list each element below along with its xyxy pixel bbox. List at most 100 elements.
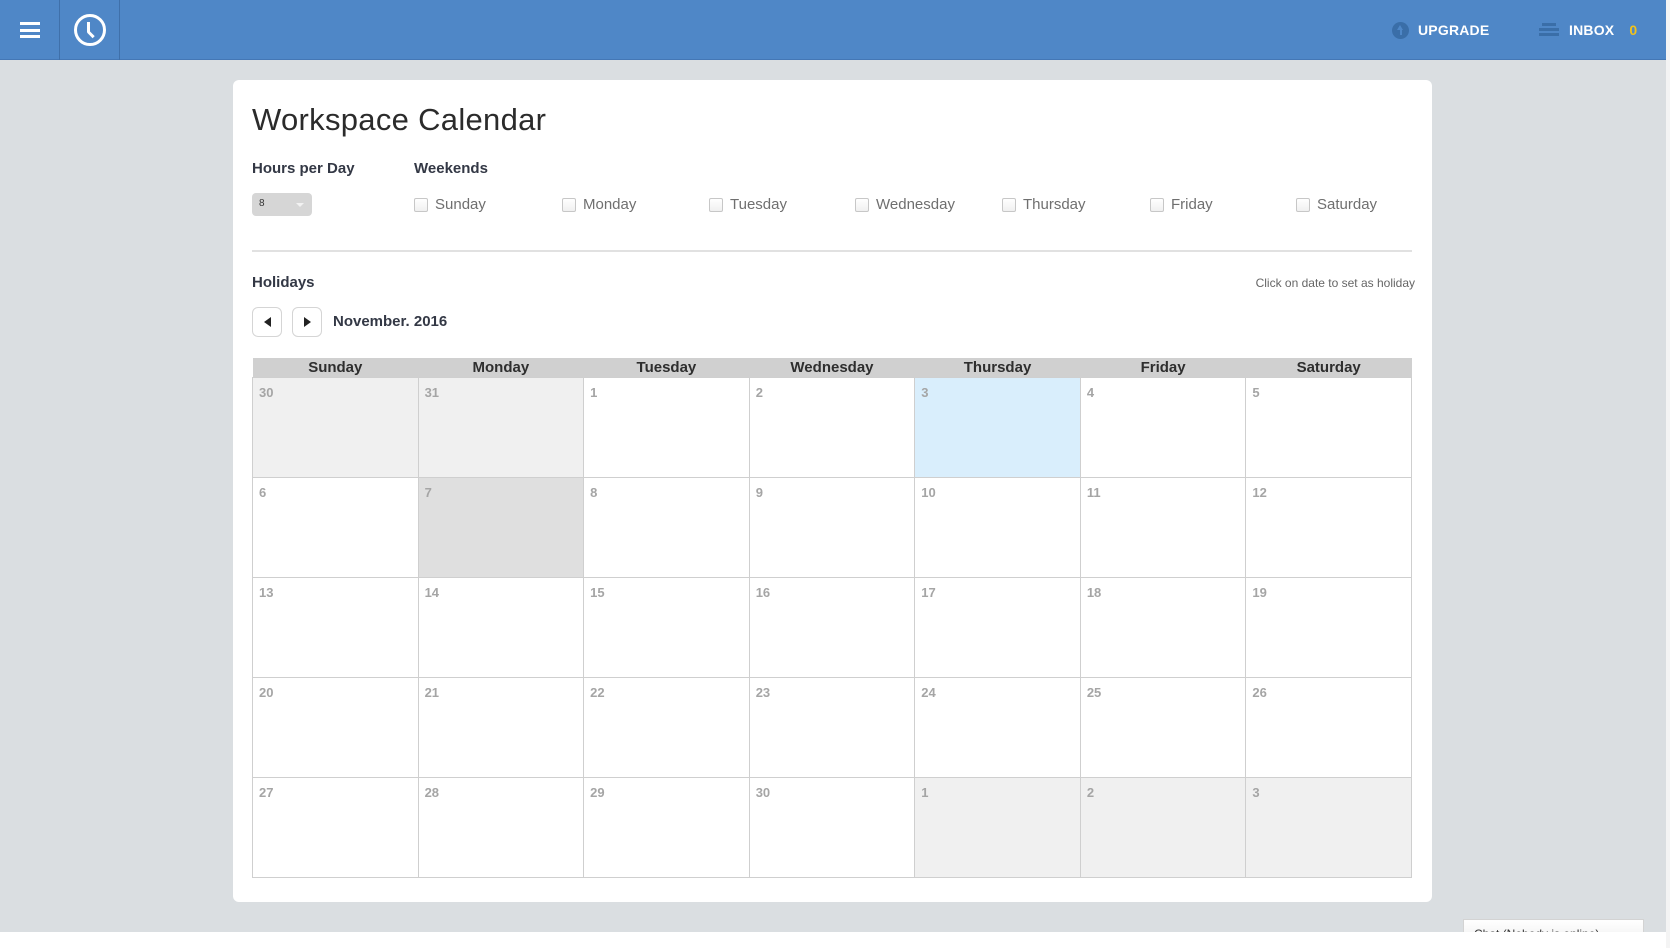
day-number: 11: [1086, 485, 1101, 500]
holidays-label: Holidays: [252, 274, 315, 291]
inbox-button[interactable]: INBOX 0: [1539, 0, 1637, 60]
day-number: 24: [921, 685, 936, 700]
weekend-checkbox-wednesday[interactable]: Wednesday: [855, 196, 955, 213]
calendar-week-row: 13 14 15 16 17 18 19: [252, 577, 1412, 678]
calendar-day-cell[interactable]: 4: [1079, 377, 1247, 478]
calendar-day-cell-other-month[interactable]: 31: [417, 377, 585, 478]
calendar-day-cell[interactable]: 11: [1079, 477, 1247, 578]
calendar-day-cell[interactable]: 21: [417, 677, 585, 778]
inbox-count-badge: 0: [1629, 22, 1638, 38]
upgrade-button[interactable]: UPGRADE: [1392, 0, 1489, 60]
day-number: 29: [590, 785, 605, 800]
day-header: Sunday: [252, 358, 419, 378]
day-number: 17: [921, 585, 936, 600]
calendar-day-cell[interactable]: 15: [583, 577, 750, 678]
calendar-day-cell[interactable]: 20: [252, 677, 419, 778]
weekend-day-label: Wednesday: [876, 196, 955, 213]
calendar-day-cell-other-month[interactable]: 1: [914, 777, 1081, 878]
checkbox-icon[interactable]: [1002, 197, 1016, 212]
day-number: 8: [590, 485, 598, 500]
day-number: 2: [755, 385, 763, 400]
inbox-label: INBOX: [1569, 22, 1615, 38]
weekend-checkbox-saturday[interactable]: Saturday: [1296, 196, 1377, 213]
hours-per-day-select[interactable]: 8: [252, 193, 312, 216]
calendar-day-cell[interactable]: 8: [583, 477, 750, 578]
calendar-day-cell[interactable]: 22: [583, 677, 750, 778]
checkbox-icon[interactable]: [414, 197, 428, 212]
calendar-day-cell[interactable]: 6: [252, 477, 419, 578]
hours-per-day-label: Hours per Day: [252, 160, 355, 177]
calendar-day-cell[interactable]: 23: [748, 677, 916, 778]
calendar-week-row: 6 7 8 9 10 11 12: [252, 477, 1412, 578]
day-number: 31: [424, 385, 440, 400]
calendar-day-cell[interactable]: 14: [417, 577, 585, 678]
calendar-day-cell[interactable]: 24: [914, 677, 1081, 778]
calendar-day-cell[interactable]: 25: [1079, 677, 1247, 778]
weekend-checkbox-friday[interactable]: Friday: [1150, 196, 1213, 213]
calendar-day-cell[interactable]: 26: [1245, 677, 1412, 778]
day-number: 5: [1252, 385, 1260, 400]
calendar-day-cell[interactable]: 17: [914, 577, 1081, 678]
calendar-day-cell[interactable]: 2: [748, 377, 916, 478]
weekend-checkbox-monday[interactable]: Monday: [562, 196, 636, 213]
menu-button[interactable]: [0, 0, 60, 60]
checkbox-icon[interactable]: [1296, 197, 1310, 212]
weekend-day-label: Friday: [1171, 196, 1213, 213]
calendar-day-cell[interactable]: 16: [748, 577, 916, 678]
calendar-day-cell[interactable]: 18: [1079, 577, 1247, 678]
clock-icon: [73, 14, 106, 46]
checkbox-icon[interactable]: [855, 197, 869, 212]
previous-month-button[interactable]: [252, 307, 282, 337]
checkbox-icon[interactable]: [1150, 197, 1164, 212]
weekend-day-label: Sunday: [435, 196, 486, 213]
weekend-checkbox-sunday[interactable]: Sunday: [414, 196, 486, 213]
day-header: Tuesday: [583, 358, 750, 378]
bottom-strip: [0, 932, 1666, 948]
day-header: Thursday: [914, 358, 1081, 378]
calendar-day-cell[interactable]: 9: [748, 477, 916, 578]
day-number: 22: [590, 685, 605, 700]
day-number: 16: [755, 585, 771, 600]
day-header: Saturday: [1245, 358, 1412, 378]
calendar-day-cell-other-month[interactable]: 3: [1245, 777, 1412, 878]
calendar-day-cell[interactable]: 1: [583, 377, 750, 478]
day-header: Wednesday: [749, 358, 915, 378]
page-scrollbar[interactable]: [1666, 0, 1670, 948]
calendar-day-cell[interactable]: 5: [1245, 377, 1412, 478]
weekend-checkbox-thursday[interactable]: Thursday: [1002, 196, 1086, 213]
day-number: 23: [755, 685, 771, 700]
day-number: 28: [424, 785, 440, 800]
checkbox-icon[interactable]: [562, 197, 576, 212]
caret-right-icon: [303, 317, 311, 327]
checkbox-icon[interactable]: [709, 197, 723, 212]
day-number: 20: [259, 685, 274, 700]
calendar-day-cell-today[interactable]: 3: [914, 377, 1081, 478]
time-tracker-button[interactable]: [60, 0, 120, 60]
day-number: 1: [921, 785, 929, 800]
app-page: UPGRADE INBOX 0 Workspace Calendar Hours…: [0, 0, 1666, 948]
calendar-week-row: 30 31 1 2 3 4 5: [252, 377, 1412, 478]
calendar-day-cell[interactable]: 28: [417, 777, 585, 878]
weekend-day-label: Monday: [583, 196, 637, 213]
workspace-calendar-card: Workspace Calendar Hours per Day 8 Weeke…: [233, 80, 1432, 902]
calendar-day-cell-holiday[interactable]: 7: [417, 477, 585, 578]
calendar-day-cell-other-month[interactable]: 30: [252, 377, 419, 478]
calendar-day-cell[interactable]: 30: [748, 777, 916, 878]
calendar-day-cell[interactable]: 29: [583, 777, 750, 878]
hours-per-day-value: 8: [259, 198, 265, 209]
calendar-day-cell[interactable]: 13: [252, 577, 419, 678]
day-number: 3: [1252, 785, 1260, 800]
chevron-down-icon: [296, 203, 304, 207]
top-navigation-bar: UPGRADE INBOX 0: [0, 0, 1666, 60]
calendar-day-cell-other-month[interactable]: 2: [1079, 777, 1247, 878]
calendar-day-cell[interactable]: 10: [914, 477, 1081, 578]
calendar-day-cell[interactable]: 19: [1245, 577, 1412, 678]
upgrade-label: UPGRADE: [1418, 22, 1490, 38]
calendar-day-cell[interactable]: 27: [252, 777, 419, 878]
day-number: 10: [921, 485, 936, 500]
weekend-checkbox-tuesday[interactable]: Tuesday: [709, 196, 787, 213]
next-month-button[interactable]: [292, 307, 322, 337]
day-number: 21: [424, 685, 440, 700]
calendar-day-cell[interactable]: 12: [1245, 477, 1412, 578]
day-header: Monday: [418, 358, 584, 378]
